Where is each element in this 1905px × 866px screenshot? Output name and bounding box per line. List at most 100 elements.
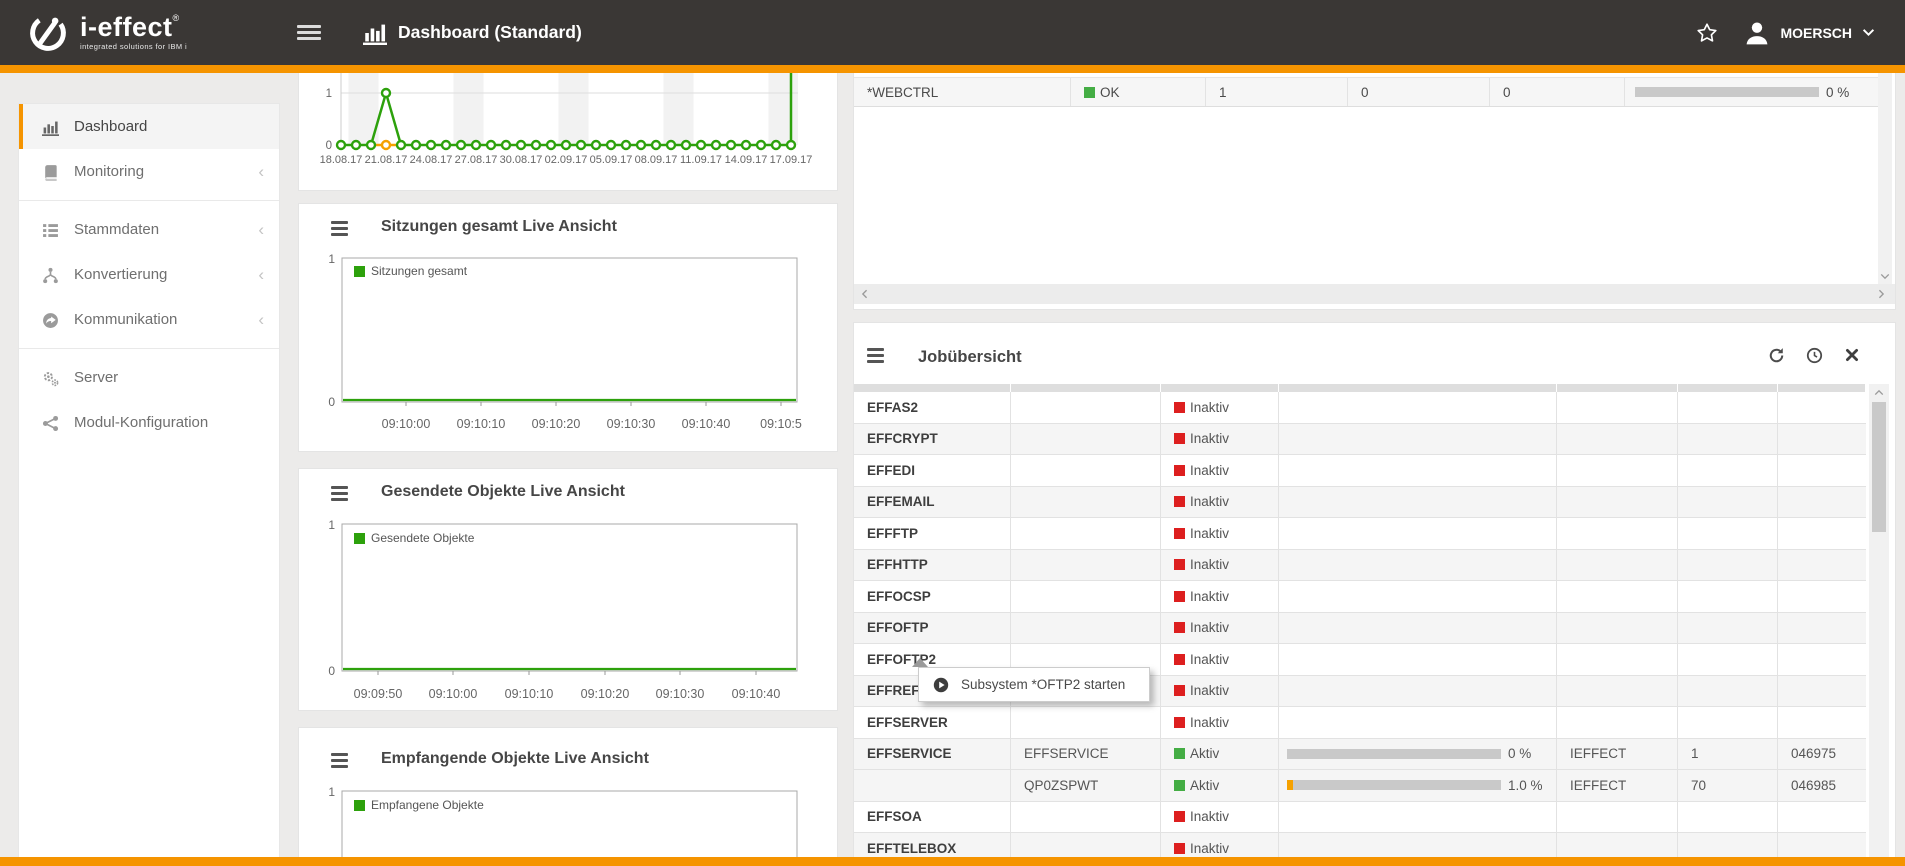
cell-user: [1557, 644, 1678, 675]
job-row-effftp[interactable]: EFFFTPInaktiv: [854, 518, 1866, 550]
status-text: Aktiv: [1190, 778, 1219, 793]
cell-job-number: [1778, 392, 1866, 423]
book-icon: [42, 164, 62, 180]
job-row-effhttp[interactable]: EFFHTTPInaktiv: [854, 550, 1866, 582]
cell-job-count: 1: [1678, 739, 1778, 770]
cell-job-name: [1011, 550, 1161, 581]
user-text: IEFFECT: [1570, 778, 1626, 793]
horizontal-scrollbar[interactable]: [854, 284, 1895, 304]
sidebar-toggle-button[interactable]: [297, 25, 321, 40]
svg-text:0: 0: [328, 664, 335, 678]
cell-subsystem: EFFAS2: [854, 392, 1011, 423]
svg-text:09:10:00: 09:10:00: [429, 687, 478, 701]
cell-user: [1557, 487, 1678, 518]
value-text: 0: [1503, 85, 1511, 100]
sidebar-item-label: Dashboard: [74, 118, 147, 135]
sidebar-item-kommunikation[interactable]: Kommunikation‹: [19, 297, 279, 342]
cell-user: [1557, 613, 1678, 644]
job-row-effservice[interactable]: EFFSERVICEEFFSERVICEAktiv0 %IEFFECT10469…: [854, 739, 1866, 771]
sidebar-item-monitoring[interactable]: Monitoring‹: [19, 149, 279, 194]
sidebar-item-server[interactable]: Server: [19, 355, 279, 400]
cell-job-name: [1011, 613, 1161, 644]
logo-swoosh-icon: [26, 11, 70, 55]
sidebar-item-modul-konfiguration[interactable]: Modul-Konfiguration: [19, 400, 279, 445]
job-count-text: 70: [1691, 778, 1706, 793]
job-row-effsoa[interactable]: EFFSOAInaktiv: [854, 802, 1866, 834]
cell-job-count: [1678, 392, 1778, 423]
cell-status: Inaktiv: [1161, 581, 1279, 612]
svg-text:17.09.17: 17.09.17: [770, 154, 813, 166]
job-row-effedi[interactable]: EFFEDIInaktiv: [854, 455, 1866, 487]
cell-job-number: [1778, 518, 1866, 549]
job-row-sub[interactable]: QP0ZSPWTAktiv1.0 %IEFFECT70046985: [854, 770, 1866, 802]
sidebar-item-konvertierung[interactable]: Konvertierung‹: [19, 252, 279, 297]
cell-cpu: [1279, 707, 1557, 738]
cell-job-count: [1678, 424, 1778, 455]
status-active-icon: [1174, 748, 1185, 759]
vertical-scrollbar[interactable]: [1869, 384, 1889, 866]
cell-job-name: QP0ZSPWT: [1011, 770, 1161, 801]
sidebar-item-label: Monitoring: [74, 163, 144, 180]
vertical-scrollbar[interactable]: [1878, 73, 1892, 284]
cell-user: [1557, 676, 1678, 707]
cell-cpu: [1279, 424, 1557, 455]
data-point: [637, 141, 645, 149]
cell-status: Inaktiv: [1161, 392, 1279, 423]
chevron-left-icon: ‹: [258, 266, 264, 283]
page-title: Dashboard (Standard): [398, 22, 582, 43]
panel-menu-button[interactable]: [867, 348, 884, 363]
job-row-effemail[interactable]: EFFEMAILInaktiv: [854, 487, 1866, 519]
sidebar-item-label: Modul-Konfiguration: [74, 414, 208, 431]
job-row-effoftp[interactable]: EFFOFTPInaktiv: [854, 613, 1866, 645]
status-inactive-icon: [1174, 528, 1185, 539]
svg-text:05.09.17: 05.09.17: [590, 154, 633, 166]
data-point: [472, 141, 480, 149]
data-point: [457, 141, 465, 149]
logo-text: i-effect® integrated solutions for IBM i: [80, 14, 187, 51]
user-menu[interactable]: MOERSCH: [1744, 20, 1875, 46]
scroll-down-arrow[interactable]: [1878, 270, 1892, 282]
refresh-icon[interactable]: [1768, 347, 1785, 364]
cell-job-number: [1778, 550, 1866, 581]
logo-reg-mark: ®: [173, 13, 180, 23]
close-icon[interactable]: [1844, 347, 1861, 364]
interval-clock-icon[interactable]: [1806, 347, 1823, 364]
job-row-effas2[interactable]: EFFAS2 Inaktiv: [854, 392, 1866, 424]
cell-value-3: 0: [1490, 78, 1625, 106]
data-point: [652, 141, 660, 149]
subsystem-row[interactable]: *WEBCTRLOK1000 %: [854, 77, 1878, 107]
user-icon: [1744, 20, 1770, 46]
scroll-up-arrow[interactable]: [1869, 386, 1889, 398]
cell-cpu: [1279, 487, 1557, 518]
cell-job-name: [1011, 487, 1161, 518]
cell-status: Aktiv: [1161, 770, 1279, 801]
panel-menu-button[interactable]: [331, 486, 348, 501]
panel-menu-button[interactable]: [331, 221, 348, 236]
cell-subsystem: EFFSERVER: [854, 707, 1011, 738]
subsystem-name-text: EFFSERVER: [867, 715, 948, 730]
app-logo[interactable]: i-effect® integrated solutions for IBM i: [26, 11, 187, 55]
cell-job-name: EFFSERVICE: [1011, 739, 1161, 770]
subsystem-name-text: EFFSOA: [867, 809, 922, 824]
sidebar-item-dashboard[interactable]: Dashboard: [19, 104, 279, 149]
cell-job-count: [1678, 550, 1778, 581]
cell-job-number: [1778, 613, 1866, 644]
job-number-text: 046985: [1791, 778, 1836, 793]
cell-subsystem: EFFEMAIL: [854, 487, 1011, 518]
cell-job-number: [1778, 802, 1866, 833]
job-row-effcrypt[interactable]: EFFCRYPTInaktiv: [854, 424, 1866, 456]
status-active-icon: [1174, 780, 1185, 791]
job-row-effserver[interactable]: EFFSERVERInaktiv: [854, 707, 1866, 739]
page-title-block: Dashboard (Standard): [363, 21, 582, 45]
sidebar-item-stammdaten[interactable]: Stammdaten‹: [19, 207, 279, 252]
scrollbar-thumb[interactable]: [1872, 402, 1886, 532]
jobs-overview-panel: Jobübersicht EFFAS2InaktivEFFCRYPTInakti…: [853, 322, 1896, 866]
data-point: [547, 141, 555, 149]
job-row-effocsp[interactable]: EFFOCSPInaktiv: [854, 581, 1866, 613]
job-action-tooltip[interactable]: Subsystem *OFTP2 starten: [918, 667, 1150, 702]
panel-menu-button[interactable]: [331, 753, 348, 768]
favorite-star-icon[interactable]: [1696, 22, 1718, 44]
cell-job-count: 70: [1678, 770, 1778, 801]
scroll-left-arrow[interactable]: [858, 284, 870, 304]
scroll-right-arrow[interactable]: [1875, 284, 1887, 304]
